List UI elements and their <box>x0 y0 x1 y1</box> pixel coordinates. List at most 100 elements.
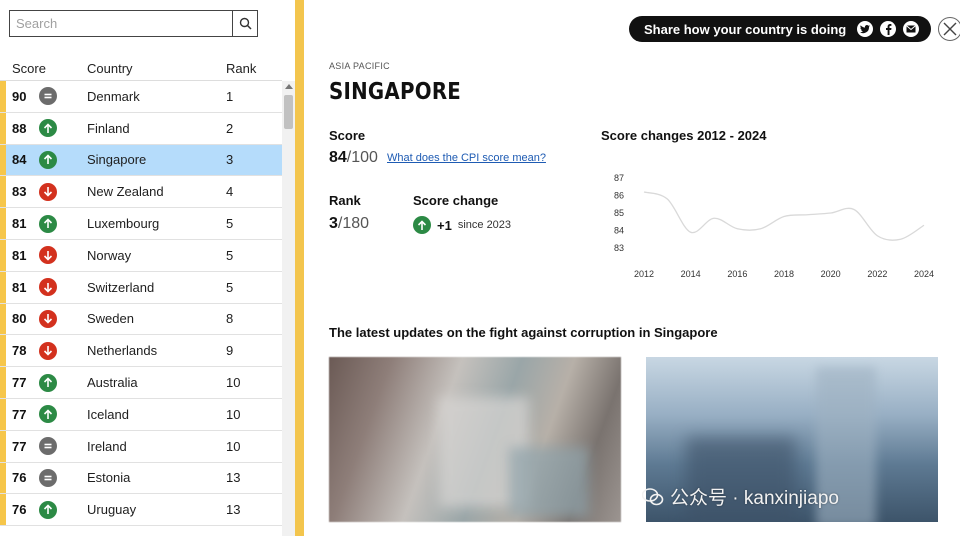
search-box <box>9 10 258 37</box>
y-tick-label: 86 <box>614 191 624 201</box>
row-score: 81 <box>12 247 27 263</box>
arrow-up-icon <box>39 500 57 519</box>
table-row[interactable]: 90 Denmark 1 <box>0 81 282 113</box>
search-button[interactable] <box>232 11 257 36</box>
row-country: Norway <box>87 247 132 263</box>
row-score: 76 <box>12 470 27 486</box>
rank-number: 3 <box>329 215 338 232</box>
equal-icon <box>39 437 57 456</box>
arrow-up-icon <box>39 214 57 233</box>
equal-icon <box>39 468 57 487</box>
row-country: Singapore <box>87 152 147 168</box>
search-icon <box>239 17 252 30</box>
country-table: 90 Denmark 1 88 Finland 2 8 4 Singapore 3 83 New Ze… <box>0 81 282 536</box>
row-rank: 5 <box>226 279 234 295</box>
table-row[interactable]: 84 Singapore 3 <box>0 144 282 177</box>
score-color-bar <box>0 367 6 398</box>
close-button[interactable] <box>938 17 960 41</box>
scrollbar[interactable] <box>282 81 295 536</box>
row-rank: 8 <box>226 311 234 327</box>
scroll-up-arrow[interactable] <box>285 84 293 89</box>
x-tick-label: 2014 <box>681 269 701 279</box>
facebook-icon[interactable] <box>880 21 896 37</box>
row-country: New Zealand <box>87 184 164 200</box>
table-row[interactable]: 76 Estonia 13 <box>0 462 282 495</box>
row-score: 76 <box>12 502 27 518</box>
table-row[interactable]: 77 Australia 10 <box>0 367 282 399</box>
score-history-chart: 87 86 85 84 83 2012 2014 2016 2018 2020 2022 2024 <box>614 173 934 279</box>
row-score: 78 <box>12 343 27 359</box>
arrow-up-icon <box>39 373 57 392</box>
country-detail-panel: Share how your country is doing ASIA PAC… <box>304 0 960 536</box>
row-country: Luxembourg <box>87 216 160 232</box>
table-row[interactable]: 77 Ireland 10 <box>0 430 282 463</box>
score-color-bar <box>0 494 6 526</box>
x-tick-label: 2024 <box>914 269 934 279</box>
cpi-score-link[interactable]: What does the CPI score mean? <box>387 152 546 164</box>
y-tick-label: 84 <box>614 226 624 236</box>
watermark-text: 公众号 · kanxinjiapo <box>670 488 839 509</box>
table-row[interactable]: 81 Luxembourg 5 <box>0 208 282 240</box>
score-color-bar <box>0 112 6 144</box>
arrow-down-icon <box>39 309 57 328</box>
row-country: Denmark <box>87 88 140 104</box>
score-series-line <box>643 191 925 241</box>
row-score: 77 <box>12 375 27 391</box>
arrow-down-icon <box>39 341 57 360</box>
twitter-icon[interactable] <box>857 21 873 37</box>
x-tick-label: 2016 <box>727 269 747 279</box>
rank-label: Rank <box>329 193 361 208</box>
score-number: 84 <box>329 149 347 166</box>
score-color-bar <box>0 81 6 112</box>
table-row[interactable]: 80 Sweden 8 <box>0 303 282 336</box>
row-rank: 3 <box>226 152 234 168</box>
score-color-bar <box>0 271 6 303</box>
score-change-value: +1 <box>437 217 452 233</box>
table-row[interactable]: 76 Uruguay 13 <box>0 494 282 527</box>
x-tick-label: 2022 <box>867 269 887 279</box>
row-rank: 9 <box>226 343 234 359</box>
row-country: Uruguay <box>87 502 137 518</box>
table-row[interactable]: 83 New Zealand 4 <box>0 176 282 209</box>
email-icon[interactable] <box>903 21 919 37</box>
row-rank: 13 <box>226 502 241 518</box>
table-row[interactable]: 81 Switzerland 5 <box>0 271 282 304</box>
table-row[interactable]: 81 Norway 5 <box>0 239 282 272</box>
row-rank: 1 <box>226 88 234 104</box>
score-color-bar <box>0 335 6 367</box>
header-score[interactable]: Score <box>12 61 46 76</box>
score-change-label: Score change <box>413 193 499 208</box>
share-bar[interactable]: Share how your country is doing <box>629 16 931 42</box>
row-rank: 5 <box>226 247 234 263</box>
arrow-up-icon <box>39 405 57 424</box>
panel-divider <box>295 0 304 536</box>
row-rank: 4 <box>226 184 234 200</box>
scrollbar-thumb[interactable] <box>284 95 293 129</box>
wechat-icon <box>642 487 664 505</box>
row-rank: 5 <box>226 216 234 232</box>
x-tick-label: 2012 <box>634 269 654 279</box>
arrow-down-icon <box>39 246 57 265</box>
header-rank[interactable]: Rank <box>226 61 256 76</box>
header-country[interactable]: Country <box>87 61 133 76</box>
updates-title: The latest updates on the fight against … <box>329 325 718 340</box>
table-row[interactable]: 78 Netherlands 9 <box>0 335 282 368</box>
row-country: Ireland <box>87 438 127 454</box>
rank-total: /180 <box>337 215 370 232</box>
news-card-image[interactable] <box>329 357 621 522</box>
score-color-bar <box>0 398 6 430</box>
row-country: Iceland <box>87 406 129 422</box>
row-country: Sweden <box>87 311 134 327</box>
search-input[interactable] <box>10 11 232 36</box>
table-row[interactable]: 77 Iceland 10 <box>0 398 282 431</box>
score-max: /100 <box>346 149 378 166</box>
row-score: 77 <box>12 406 27 422</box>
row-score: 83 <box>12 184 27 200</box>
arrow-down-icon <box>39 278 57 297</box>
score-color-bar <box>0 239 6 271</box>
row-rank: 10 <box>226 375 241 391</box>
row-country: Finland <box>87 120 130 136</box>
arrow-down-icon <box>39 182 57 201</box>
row-score: 90 <box>12 88 27 104</box>
table-row[interactable]: 88 Finland 2 <box>0 112 282 145</box>
